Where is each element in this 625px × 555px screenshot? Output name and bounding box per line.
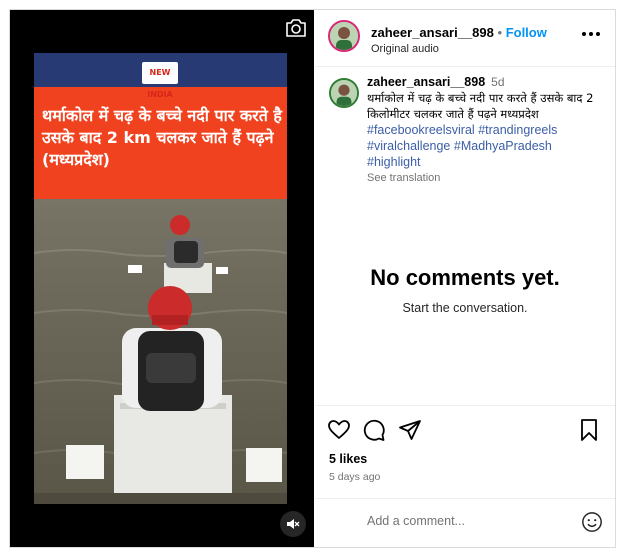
speaker-muted-icon — [287, 519, 300, 529]
caption-header: zaheer_ansari__898 5d — [367, 74, 601, 90]
caption-avatar[interactable] — [329, 78, 359, 108]
camera-icon[interactable] — [284, 18, 308, 38]
separator-dot: • — [497, 25, 503, 40]
post-side-panel: zaheer_ansari__898 • Follow Original aud… — [315, 10, 615, 547]
mute-button[interactable] — [280, 511, 306, 537]
see-translation-link[interactable]: See translation — [367, 170, 601, 186]
caption-body: zaheer_ansari__898 5d थर्माकोल में चढ़ के… — [367, 74, 601, 186]
post-timestamp: 5 days ago — [329, 471, 381, 483]
hashtag[interactable]: #facebookreelsviral — [367, 123, 475, 137]
action-bar: 5 likes 5 days ago — [315, 405, 615, 501]
likes-count[interactable]: 5 likes — [329, 452, 367, 466]
hashtag[interactable]: #viralchallenge — [367, 139, 450, 153]
video-frame: NEW INDIA थर्माकोल में चढ़ के बच्चे नदी … — [34, 53, 287, 504]
empty-comments: No comments yet. Start the conversation. — [315, 265, 615, 315]
comment-icon[interactable] — [362, 418, 386, 442]
caption-text: थर्माकोल में चढ़ के बच्चे नदी पार करते ह… — [367, 91, 594, 121]
heart-icon[interactable] — [327, 418, 351, 442]
bookmark-icon[interactable] — [577, 418, 601, 442]
hashtag[interactable]: #MadhyaPradesh — [454, 139, 552, 153]
empty-comments-title: No comments yet. — [370, 265, 560, 290]
hashtag[interactable]: #highlight — [367, 155, 421, 169]
caption-time: 5d — [491, 75, 505, 89]
follow-button[interactable]: Follow — [506, 25, 547, 40]
audio-label[interactable]: Original audio — [371, 43, 439, 55]
reel-video[interactable]: NEW INDIA थर्माकोल में चढ़ के बच्चे नदी … — [10, 10, 314, 547]
empty-comments-subtitle: Start the conversation. — [402, 301, 528, 315]
news-logo: NEW INDIA — [142, 62, 178, 99]
caption-hashtags: #facebookreelsviral #trandingreels #vira… — [367, 122, 601, 170]
post-header: zaheer_ansari__898 • Follow Original aud… — [315, 10, 615, 67]
send-icon[interactable] — [398, 418, 422, 442]
header-username-line: zaheer_ansari__898 • Follow — [371, 25, 547, 40]
comment-composer: Add a comment... — [315, 498, 615, 547]
profile-photo — [330, 22, 358, 50]
caption-username[interactable]: zaheer_ansari__898 — [367, 75, 485, 89]
comment-input[interactable]: Add a comment... — [367, 514, 465, 528]
emoji-icon[interactable] — [581, 511, 603, 533]
header-username[interactable]: zaheer_ansari__898 — [371, 25, 494, 40]
profile-photo — [331, 80, 357, 106]
more-horizontal-icon[interactable] — [581, 30, 601, 38]
hashtag[interactable]: #trandingreels — [478, 123, 557, 137]
video-headline: थर्माकोल में चढ़ के बच्चे नदी पार करते ह… — [42, 106, 282, 169]
avatar[interactable] — [328, 20, 360, 52]
post-dialog: NEW INDIA थर्माकोल में चढ़ के बच्चे नदी … — [9, 9, 616, 548]
